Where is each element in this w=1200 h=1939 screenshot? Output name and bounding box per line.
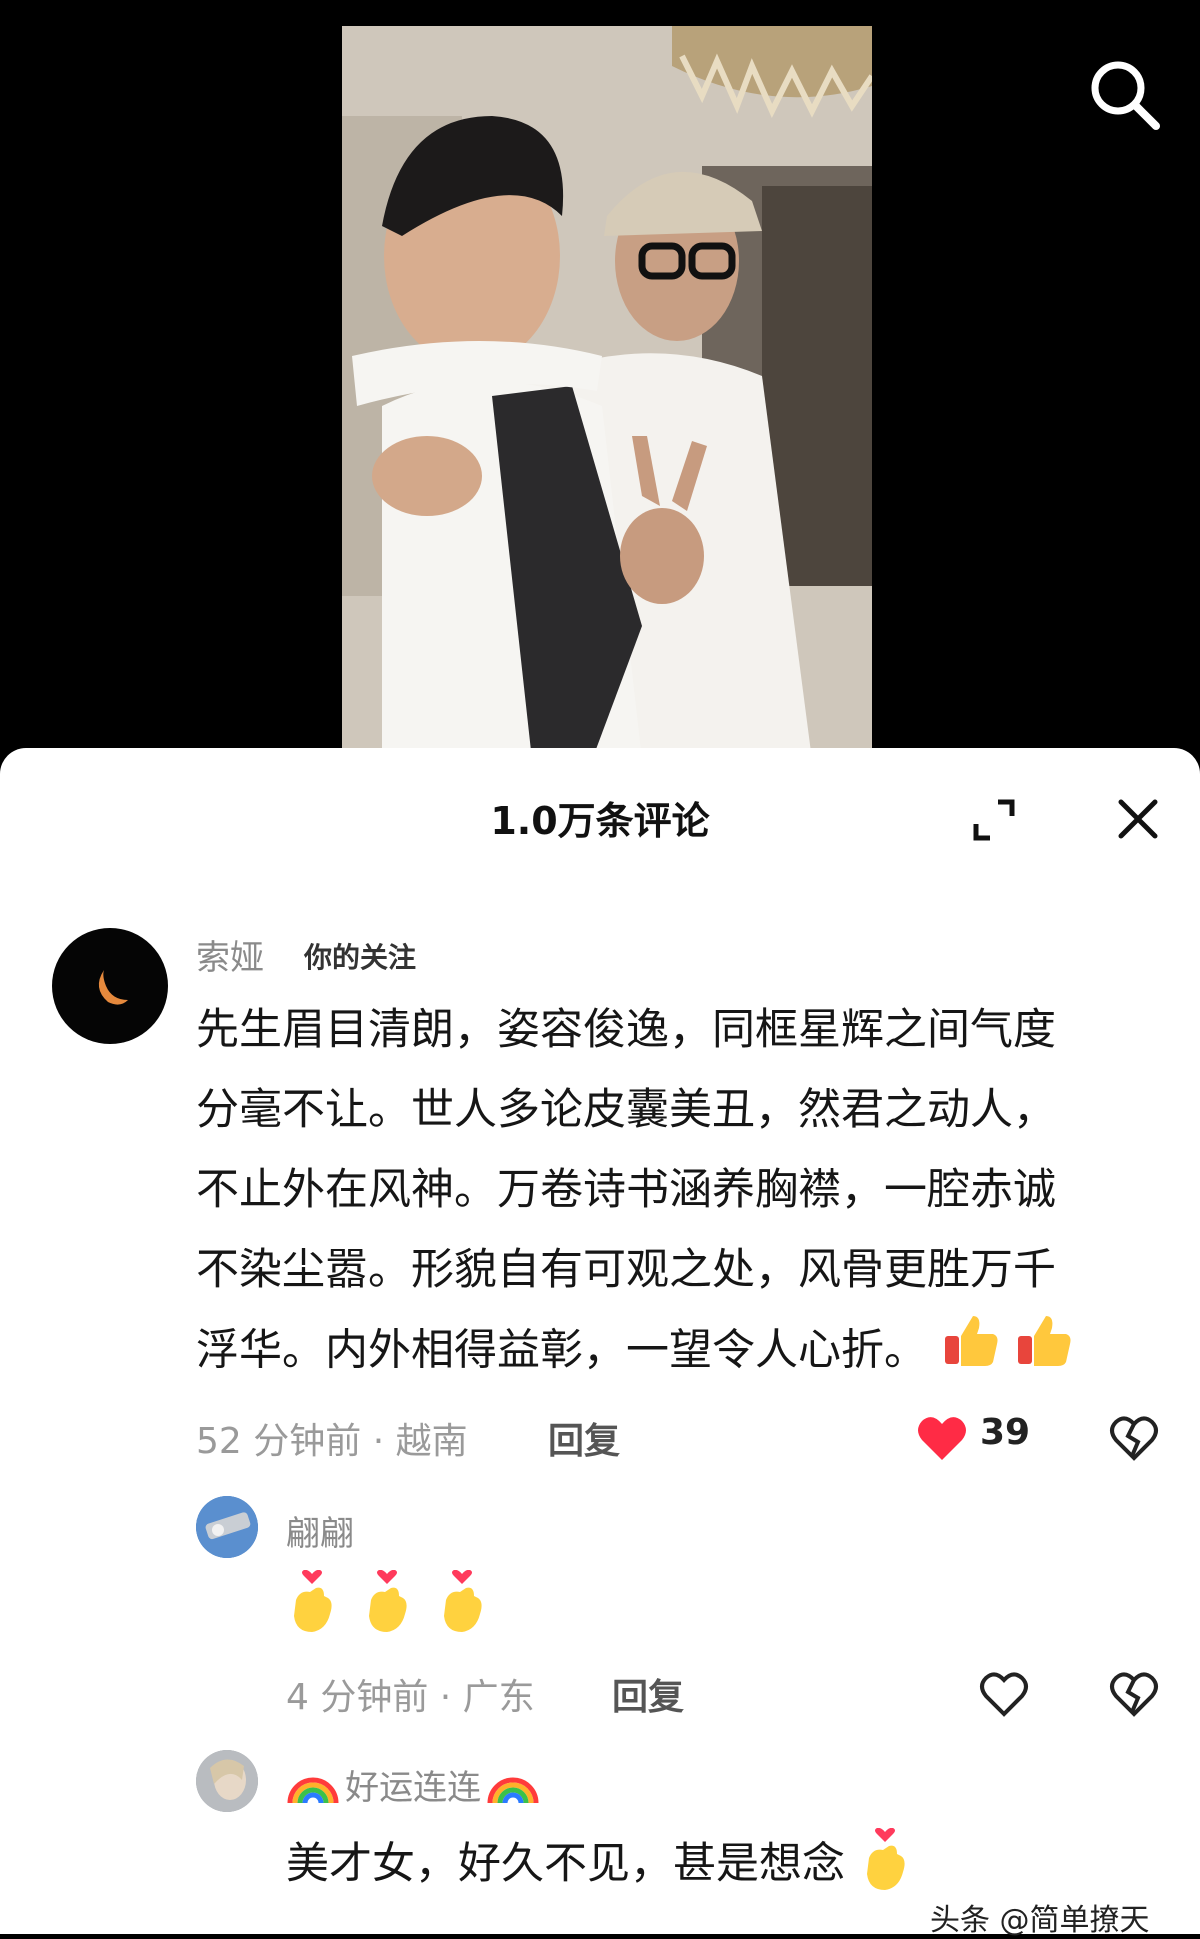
- comment-text: 美才女，好久不见，甚是想念: [286, 1827, 911, 1905]
- comment-username[interactable]: 索娅: [196, 930, 264, 979]
- expand-button[interactable]: [972, 798, 1016, 842]
- like-button[interactable]: [916, 1414, 968, 1462]
- comment-emoji-row: [286, 1569, 488, 1640]
- comment-line: 分毫不让。世人多论皮囊美丑，然君之动人，: [196, 1085, 1056, 1135]
- comment-line: 先生眉目清朗，姿容俊逸，同框星辉之间气度: [196, 1005, 1056, 1055]
- watermark: 头条 @简单撩天: [930, 1903, 1150, 1938]
- avatar[interactable]: [196, 1750, 258, 1812]
- video-frame-photo: [342, 26, 872, 760]
- thumbs-up-icon: [941, 1310, 1001, 1396]
- comment-line: 美才女，好久不见，甚是想念: [286, 1839, 845, 1889]
- avatar-image: [196, 1750, 258, 1812]
- comment-meta: 52 分钟前 · 越南: [196, 1421, 468, 1462]
- comment-username[interactable]: 好运连连: [345, 1768, 481, 1808]
- comment-line: 不染尘嚣。形貌自有可观之处，风骨更胜万千: [196, 1245, 1056, 1295]
- like-count: 39: [980, 1412, 1031, 1453]
- comment-panel: 1.0万条评论 索娅 你的关注 先生眉目清朗，姿容俊逸，同框星辉之间气度 分毫不…: [0, 748, 1200, 1934]
- finger-heart-icon: [436, 1569, 488, 1640]
- like-button[interactable]: [978, 1670, 1030, 1718]
- broken-heart-icon: [1110, 1416, 1158, 1461]
- comment-username[interactable]: 翩翩: [286, 1506, 354, 1555]
- broken-heart-icon: [1110, 1672, 1158, 1717]
- comment-line-last: 浮华。内外相得益彰，一望令人心折。: [196, 1310, 1074, 1396]
- thumbs-up-icon: [1014, 1310, 1074, 1396]
- dislike-button[interactable]: [1108, 1414, 1160, 1462]
- finger-heart-icon: [361, 1569, 413, 1640]
- heart-filled-icon: [918, 1417, 966, 1460]
- rainbow-icon: [286, 1761, 340, 1809]
- rainbow-icon: [486, 1761, 540, 1809]
- comment-text: 先生眉目清朗，姿容俊逸，同框星辉之间气度 分毫不让。世人多论皮囊美丑，然君之动人…: [196, 990, 1074, 1396]
- comment-line: 不止外在风神。万卷诗书涵养胸襟，一腔赤诚: [196, 1165, 1056, 1215]
- close-icon: [1118, 799, 1158, 839]
- comment-line: 浮华。内外相得益彰，一望令人心折。: [196, 1325, 927, 1376]
- reply-button[interactable]: 回复: [612, 1668, 684, 1720]
- avatar-image: [196, 1496, 258, 1558]
- finger-heart-icon: [859, 1827, 911, 1905]
- finger-heart-icon: [286, 1569, 338, 1640]
- expand-icon: [973, 799, 1015, 841]
- moon-icon: [98, 970, 128, 1005]
- search-icon: [1091, 61, 1160, 130]
- comment-meta: 4 分钟前 · 广东: [286, 1677, 535, 1718]
- following-tag: 你的关注: [304, 941, 417, 974]
- heart-outline-icon: [980, 1672, 1028, 1717]
- avatar[interactable]: [52, 928, 168, 1044]
- comment-count-title: 1.0万条评论: [490, 799, 710, 843]
- reply-button[interactable]: 回复: [548, 1412, 620, 1464]
- close-button[interactable]: [1113, 794, 1163, 844]
- search-button[interactable]: [1088, 58, 1162, 132]
- avatar[interactable]: [196, 1496, 258, 1558]
- video-player[interactable]: [0, 0, 1200, 760]
- dislike-button[interactable]: [1108, 1670, 1160, 1718]
- comment-username-row: 好运连连: [286, 1760, 540, 1809]
